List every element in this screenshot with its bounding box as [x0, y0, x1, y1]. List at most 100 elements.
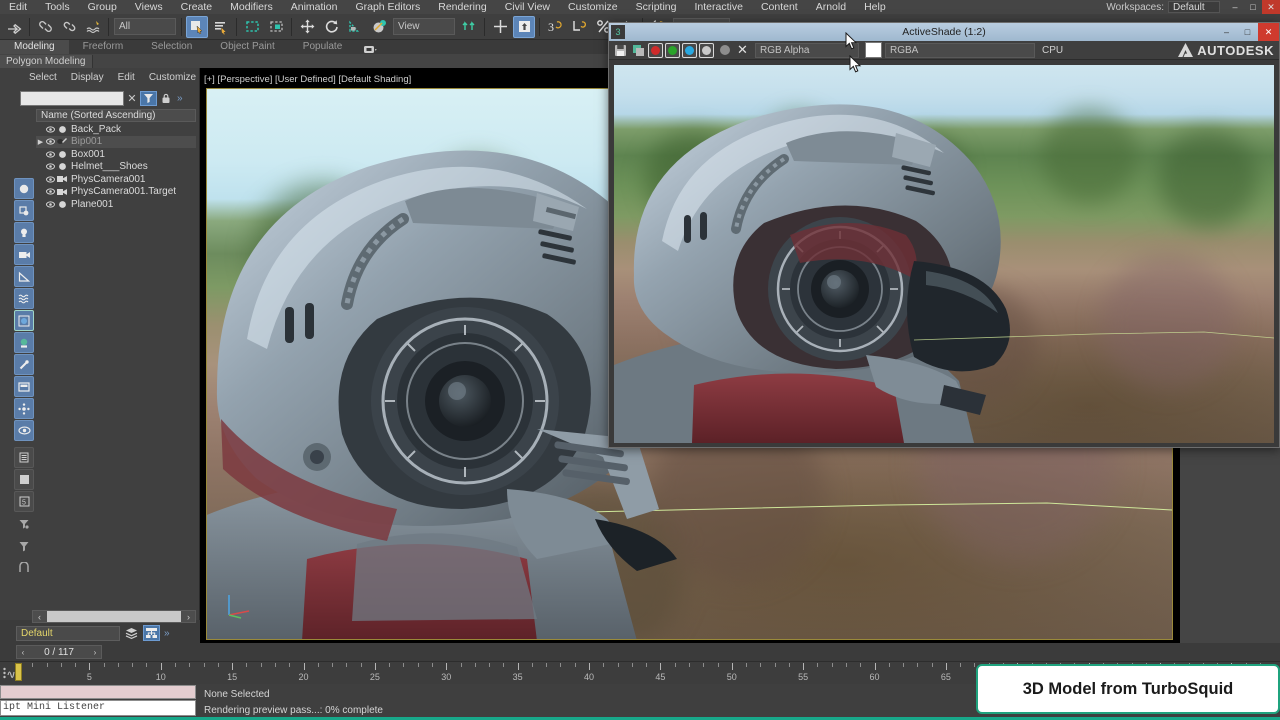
select-link-icon[interactable] — [34, 16, 56, 38]
save-image-icon[interactable] — [612, 42, 629, 59]
display-helpers-icon[interactable] — [14, 266, 34, 287]
explorer-menu-select[interactable]: Select — [22, 72, 64, 83]
display-xrefs-icon[interactable] — [14, 332, 34, 353]
rect-select-icon[interactable] — [241, 16, 263, 38]
alpha-channel-icon[interactable] — [699, 43, 714, 58]
bind-space-warp-icon[interactable] — [82, 16, 104, 38]
ribbon-tab-freeform[interactable]: Freeform — [69, 40, 138, 54]
lock-shape-icon[interactable] — [14, 557, 34, 578]
menu-item-create[interactable]: Create — [172, 0, 222, 14]
explorer-menu-customize[interactable]: Customize — [142, 72, 203, 83]
reference-coordinate-dropdown[interactable]: View — [393, 18, 455, 35]
explorer-item-physcamera001[interactable]: PhysCamera001 — [36, 173, 196, 186]
visibility-eye-icon[interactable] — [45, 138, 56, 145]
percent-snap-angle-icon[interactable] — [568, 16, 590, 38]
maxscript-mini-listener-output[interactable]: ipt Mini Listener — [0, 700, 196, 716]
close-icon[interactable]: ✕ — [1262, 0, 1280, 14]
display-containers-icon[interactable] — [14, 376, 34, 397]
display-shapes-icon[interactable] — [14, 200, 34, 221]
menu-item-edit[interactable]: Edit — [0, 0, 36, 14]
menu-item-civil-view[interactable]: Civil View — [496, 0, 559, 14]
redo-icon[interactable] — [3, 16, 25, 38]
use-pivot-center-icon[interactable] — [458, 16, 480, 38]
explorer-menu-display[interactable]: Display — [64, 72, 111, 83]
expand-arrow-icon[interactable]: ▶ — [36, 138, 45, 146]
maximize-icon[interactable]: □ — [1244, 0, 1262, 14]
select-rotate-icon[interactable] — [320, 16, 342, 38]
green-channel-icon[interactable] — [665, 43, 680, 58]
display-bones-icon[interactable] — [14, 354, 34, 375]
blue-channel-icon[interactable] — [682, 43, 697, 58]
activeshade-minimize-icon[interactable]: – — [1216, 23, 1237, 41]
menu-item-views[interactable]: Views — [126, 0, 172, 14]
layer-explorer-icon[interactable] — [143, 625, 160, 641]
scroll-right-icon[interactable]: › — [182, 612, 195, 622]
visibility-eye-icon[interactable] — [45, 201, 56, 208]
red-channel-icon[interactable] — [648, 43, 663, 58]
mono-channel-icon[interactable] — [716, 42, 733, 59]
channel-dropdown[interactable]: RGB Alpha — [755, 43, 859, 58]
select-place-icon[interactable] — [368, 16, 390, 38]
layer-overflow-icon[interactable]: » — [160, 628, 170, 639]
scroll-thumb[interactable] — [47, 611, 181, 622]
menu-item-help[interactable]: Help — [855, 0, 895, 14]
menu-item-tools[interactable]: Tools — [36, 0, 79, 14]
selection-filter-dropdown[interactable]: All — [114, 18, 176, 35]
ribbon-tab-selection[interactable]: Selection — [137, 40, 206, 54]
five-box-icon[interactable]: 5 — [14, 491, 34, 512]
menu-item-group[interactable]: Group — [79, 0, 126, 14]
menu-item-content[interactable]: Content — [752, 0, 807, 14]
menu-item-animation[interactable]: Animation — [282, 0, 347, 14]
use-center-icon[interactable] — [513, 16, 535, 38]
select-center-icon[interactable] — [489, 16, 511, 38]
select-move-icon[interactable] — [296, 16, 318, 38]
filter-funnel-small-icon[interactable] — [14, 513, 34, 534]
list-types-icon[interactable] — [14, 447, 34, 468]
explorer-horizontal-scrollbar[interactable]: ‹ › — [32, 610, 196, 623]
explorer-item-bip001[interactable]: ▶Bip001 — [36, 136, 196, 149]
frame-prev-icon[interactable]: ‹ — [17, 648, 29, 657]
select-by-name-icon[interactable] — [210, 16, 232, 38]
clear-image-icon[interactable]: ✕ — [734, 42, 751, 59]
menu-item-interactive[interactable]: Interactive — [685, 0, 751, 14]
explorer-item-helmet-shoes[interactable]: Helmet___Shoes — [36, 161, 196, 174]
frame-counter[interactable]: ‹ 0 / 117 › — [16, 645, 102, 659]
ribbon-tab-object-paint[interactable]: Object Paint — [206, 40, 288, 54]
display-geometry-icon[interactable] — [14, 178, 34, 199]
timeline-filter-icon[interactable] — [2, 666, 16, 683]
explorer-item-back-pack[interactable]: Back_Pack — [36, 123, 196, 136]
explorer-column-header[interactable]: Name (Sorted Ascending) — [36, 109, 196, 122]
ribbon-tab-populate[interactable]: Populate — [289, 40, 356, 54]
menu-item-rendering[interactable]: Rendering — [429, 0, 495, 14]
display-lights-icon[interactable] — [14, 222, 34, 243]
time-slider-handle[interactable] — [15, 663, 22, 681]
filter-funnel-icon[interactable] — [140, 91, 157, 106]
ribbon-options-icon[interactable] — [356, 45, 377, 54]
window-crossing-icon[interactable] — [265, 16, 287, 38]
select-object-icon[interactable] — [186, 16, 208, 38]
explorer-overflow-icon[interactable]: » — [174, 93, 183, 104]
activeshade-window[interactable]: 3 ActiveShade (1:2) – □ ✕ ✕ RGB Alpha RG — [608, 22, 1280, 448]
format-dropdown[interactable]: RGBA — [885, 43, 1035, 58]
white-box-icon[interactable] — [14, 469, 34, 490]
menu-item-graph-editors[interactable]: Graph Editors — [346, 0, 429, 14]
scroll-left-icon[interactable]: ‹ — [33, 612, 46, 622]
visibility-eye-icon[interactable] — [45, 188, 56, 195]
activeshade-close-icon[interactable]: ✕ — [1258, 23, 1279, 41]
explorer-menu-edit[interactable]: Edit — [111, 72, 142, 83]
ribbon-subtab-polygon-modeling[interactable]: Polygon Modeling — [0, 55, 93, 68]
activeshade-title-bar[interactable]: 3 ActiveShade (1:2) – □ ✕ — [609, 23, 1279, 41]
clone-image-icon[interactable] — [630, 42, 647, 59]
display-space-warps-icon[interactable] — [14, 288, 34, 309]
display-groups-icon[interactable] — [14, 310, 34, 331]
explorer-item-box001[interactable]: Box001 — [36, 148, 196, 161]
workspaces-dropdown[interactable]: Default — [1168, 1, 1220, 13]
select-scale-icon[interactable] — [344, 16, 366, 38]
angle-snap-icon[interactable]: 3 — [544, 16, 566, 38]
layer-manager-icon[interactable] — [123, 625, 140, 641]
maxscript-mini-listener-input[interactable] — [0, 685, 196, 699]
visibility-eye-icon[interactable] — [45, 176, 56, 183]
visibility-eye-icon[interactable] — [45, 163, 56, 170]
activeshade-maximize-icon[interactable]: □ — [1237, 23, 1258, 41]
explorer-item-plane001[interactable]: Plane001 — [36, 198, 196, 211]
